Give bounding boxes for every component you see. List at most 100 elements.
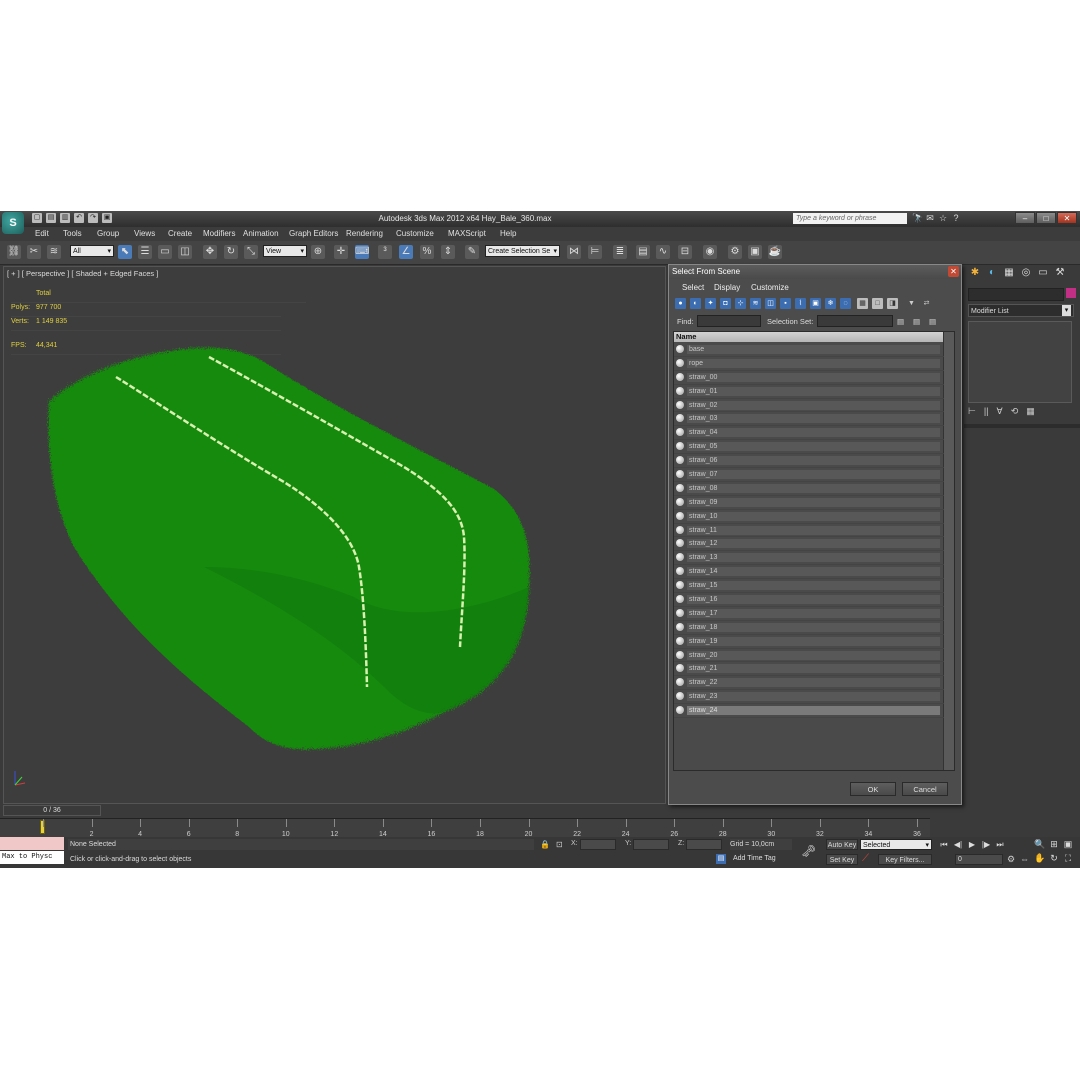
select-by-name-icon[interactable]: ☰ (138, 245, 152, 259)
go-to-start-icon[interactable]: ⏮ (938, 839, 950, 850)
spinner-snap-icon[interactable]: ⇕ (441, 245, 455, 259)
percent-snap-icon[interactable]: % (420, 245, 434, 259)
key-tangent-icon[interactable]: ⟋ (862, 853, 869, 864)
list-item[interactable]: straw_00 (674, 371, 944, 385)
set-key-button[interactable]: Set Key (826, 854, 858, 865)
mirror-icon[interactable]: ⋈ (567, 245, 581, 259)
edit-named-selection-icon[interactable]: ✎ (465, 245, 479, 259)
select-and-link-icon[interactable]: ⛓ (7, 245, 21, 259)
material-editor-icon[interactable]: ◉ (703, 245, 717, 259)
menu-rendering[interactable]: Rendering (346, 229, 383, 238)
list-item[interactable]: straw_01 (674, 385, 944, 399)
find-input[interactable] (697, 315, 761, 327)
reference-coordinate-dropdown[interactable]: View (263, 245, 307, 258)
create-tab-icon[interactable]: ✱ (968, 266, 982, 280)
align-icon[interactable]: ⊨ (588, 245, 602, 259)
dialog-close-button[interactable]: ✕ (948, 266, 959, 277)
display-containers-icon[interactable]: ▣ (810, 298, 821, 309)
list-item[interactable]: straw_08 (674, 482, 944, 496)
sync-selection-icon[interactable]: ⇄ (921, 298, 932, 309)
play-icon[interactable]: ▶ (966, 839, 978, 850)
modifier-list-dropdown[interactable]: Modifier List (968, 304, 1074, 317)
pan-icon[interactable]: ✋ (1034, 852, 1046, 864)
key-icon[interactable]: 🗝 (801, 844, 816, 858)
object-name-field[interactable] (968, 288, 1064, 301)
list-item[interactable]: straw_12 (674, 537, 944, 552)
display-geometry-icon[interactable]: ● (675, 298, 686, 309)
time-tag-icon[interactable]: ▤ (716, 854, 726, 864)
zoom-icon[interactable]: 🔍 (1034, 838, 1046, 850)
orbit-icon[interactable]: ↻ (1048, 852, 1060, 864)
list-item[interactable]: straw_06 (674, 454, 944, 469)
snaps-toggle-icon[interactable]: ³ (378, 245, 392, 259)
menu-edit[interactable]: Edit (35, 229, 49, 238)
layer-manager-icon[interactable]: ≣ (613, 245, 627, 259)
zoom-all-icon[interactable]: ⊞ (1048, 838, 1060, 850)
lock-selection-icon[interactable]: 🔒 (540, 840, 550, 849)
object-color-swatch[interactable] (1066, 288, 1076, 298)
create-selection-set-icon[interactable]: ▤ (913, 317, 920, 326)
list-item[interactable]: straw_03 (674, 412, 944, 427)
modify-tab-icon[interactable]: ◐ (985, 266, 999, 280)
menu-modifiers[interactable]: Modifiers (203, 229, 235, 238)
favorites-star-icon[interactable]: ☆ (938, 213, 948, 223)
list-item[interactable]: straw_04 (674, 426, 944, 441)
display-shapes-icon[interactable]: ◐ (690, 298, 701, 309)
curve-editor-icon[interactable]: ∿ (656, 245, 670, 259)
hay-bale-model[interactable] (4, 267, 666, 804)
display-cameras-icon[interactable]: ◘ (720, 298, 731, 309)
auto-key-button[interactable]: Auto Key (826, 839, 858, 850)
render-production-icon[interactable]: ☕ (768, 245, 782, 259)
list-item[interactable]: straw_14 (674, 565, 944, 580)
time-slider[interactable]: 0 / 36 (3, 805, 101, 816)
column-header-name[interactable]: Name (674, 332, 944, 342)
select-invert-icon[interactable]: ◨ (887, 298, 898, 309)
menu-customize[interactable]: Customize (396, 229, 434, 238)
list-item[interactable]: straw_13 (674, 551, 944, 566)
select-and-move-icon[interactable]: ✥ (203, 245, 217, 259)
select-all-icon[interactable]: ▦ (857, 298, 868, 309)
bind-space-warp-icon[interactable]: ≋ (47, 245, 61, 259)
list-item[interactable]: straw_21 (674, 662, 944, 677)
filter-icon[interactable]: ▼ (906, 298, 917, 309)
schematic-view-icon[interactable]: ⊟ (678, 245, 692, 259)
display-helpers-icon[interactable]: ⊹ (735, 298, 746, 309)
menu-help[interactable]: Help (500, 229, 516, 238)
display-groups-icon[interactable]: ◫ (765, 298, 776, 309)
select-and-rotate-icon[interactable]: ↻ (224, 245, 238, 259)
select-and-scale-icon[interactable]: ⤡ (244, 245, 258, 259)
list-item[interactable]: straw_11 (674, 524, 944, 538)
key-mode-toggle-icon[interactable]: ⇔ (1020, 854, 1029, 864)
named-selection-set-dropdown[interactable]: Create Selection Se (485, 245, 560, 258)
configure-modifier-sets-icon[interactable]: ▦ (1026, 406, 1035, 417)
previous-frame-icon[interactable]: ◀| (952, 839, 964, 850)
list-item[interactable]: straw_19 (674, 635, 944, 649)
communication-center-icon[interactable]: ✉ (925, 213, 935, 223)
unlink-icon[interactable]: ✂ (27, 245, 41, 259)
cancel-button[interactable]: Cancel (902, 782, 948, 796)
pivot-center-icon[interactable]: ⊕ (311, 245, 325, 259)
select-none-icon[interactable]: □ (872, 298, 883, 309)
make-unique-icon[interactable]: ∀ (997, 406, 1003, 417)
dialog-menu-display[interactable]: Display (714, 283, 740, 292)
keyboard-shortcut-override-icon[interactable]: ⌨ (355, 245, 369, 259)
window-crossing-icon[interactable]: ◫ (178, 245, 192, 259)
remove-modifier-icon[interactable]: ⟲ (1011, 406, 1019, 417)
add-time-tag[interactable]: Add Time Tag (733, 855, 776, 862)
display-bones-icon[interactable]: ⌇ (795, 298, 806, 309)
time-configuration-icon[interactable]: ⚙ (1007, 854, 1015, 865)
next-frame-icon[interactable]: |▶ (980, 839, 992, 850)
list-item[interactable]: straw_05 (674, 440, 944, 455)
search-input[interactable]: Type a keyword or phrase (793, 213, 907, 224)
perspective-viewport[interactable]: [ + ] [ Perspective ] [ Shaded + Edged F… (3, 266, 666, 804)
app-logo-icon[interactable]: S (2, 212, 24, 234)
maxscript-output[interactable] (0, 837, 64, 850)
manipulate-icon[interactable]: ✛ (334, 245, 348, 259)
menu-graph-editors[interactable]: Graph Editors (289, 229, 338, 238)
motion-tab-icon[interactable]: ◎ (1019, 266, 1033, 280)
list-item[interactable]: straw_24 (674, 704, 944, 719)
select-object-icon[interactable]: ⬉ (118, 245, 132, 259)
modifier-stack[interactable] (968, 321, 1072, 403)
track-bar[interactable]: 2 4 6 8 10 12 14 16 18 20 22 24 26 28 30 32 34 36 (0, 818, 930, 838)
list-item[interactable]: straw_20 (674, 649, 944, 663)
